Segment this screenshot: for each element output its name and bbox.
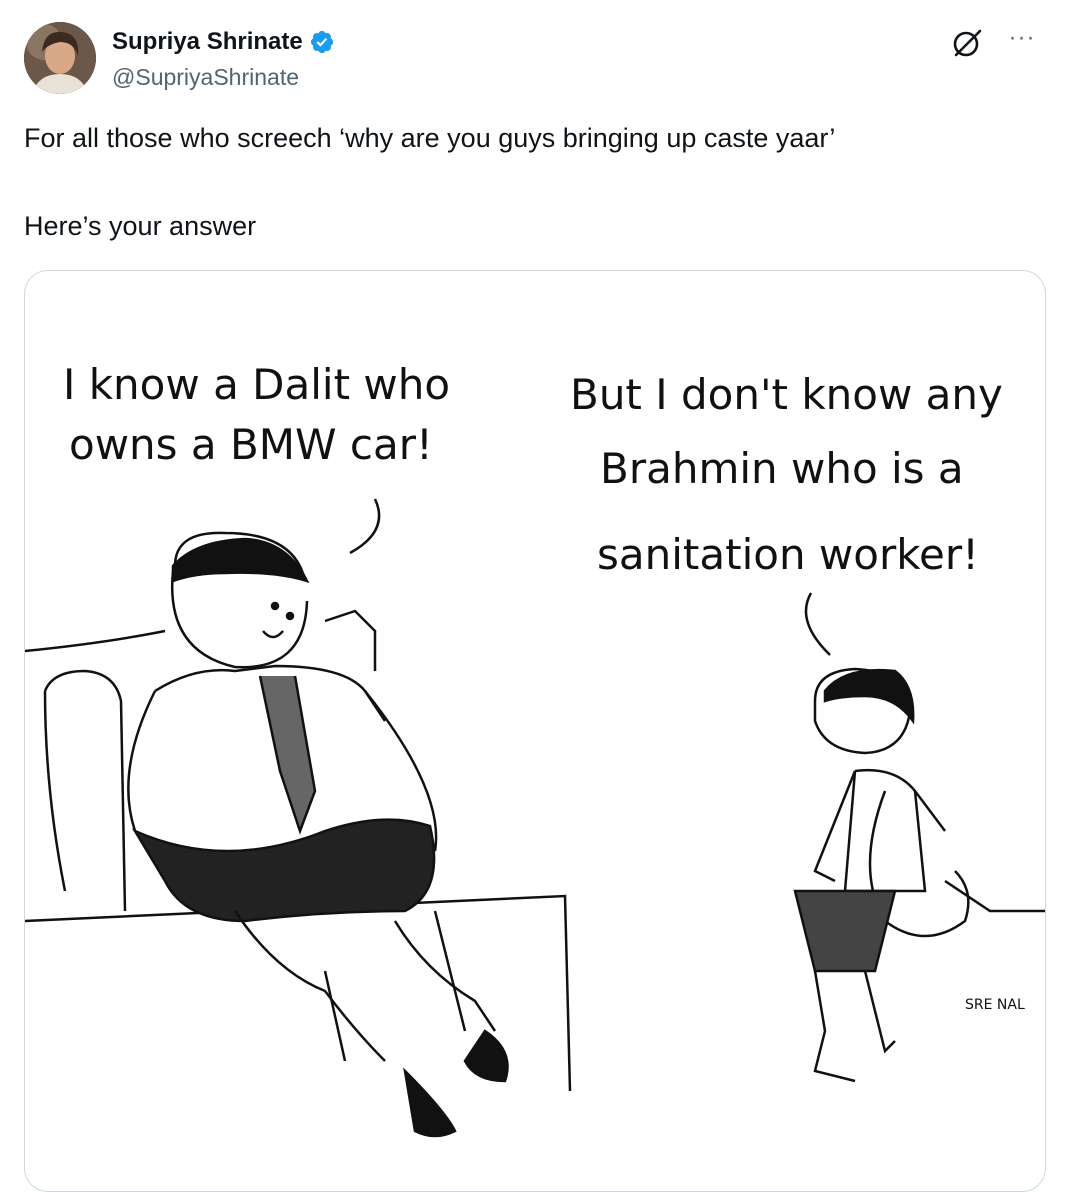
avatar[interactable] xyxy=(24,22,96,94)
bubble-right-line: But I don't know any xyxy=(570,370,1003,419)
bubble-left-line: owns a BMW car! xyxy=(69,420,433,469)
tweet-line: Here’s your answer xyxy=(24,211,257,241)
bubble-left-line: I know a Dalit who xyxy=(63,360,450,409)
boy-drawing xyxy=(793,667,1045,1083)
man-drawing xyxy=(127,531,509,1138)
cartoon-image: I know a Dalit who owns a BMW car! But I… xyxy=(25,360,1045,1138)
verified-badge-icon xyxy=(310,30,333,54)
speech-tail xyxy=(349,498,381,555)
speech-tail xyxy=(804,592,831,656)
tweet-line: For all those who screech ‘why are you g… xyxy=(24,123,836,153)
author-name[interactable]: Supriya Shrinate xyxy=(112,28,303,56)
tweet-image[interactable]: I know a Dalit who owns a BMW car! But I… xyxy=(24,270,1046,1192)
tweet-header: Supriya Shrinate @SupriyaShrinate ··· xyxy=(24,22,1042,98)
more-options-icon[interactable]: ··· xyxy=(1002,26,1042,60)
author-handle[interactable]: @SupriyaShrinate xyxy=(112,64,299,91)
artist-signature: SRE NAL xyxy=(965,997,1025,1013)
bubble-right-line: Brahmin who is a xyxy=(600,444,964,493)
bubble-right-line: sanitation worker! xyxy=(597,530,979,579)
tweet-text: For all those who screech ‘why are you g… xyxy=(24,120,1034,244)
grok-icon[interactable] xyxy=(950,26,984,60)
